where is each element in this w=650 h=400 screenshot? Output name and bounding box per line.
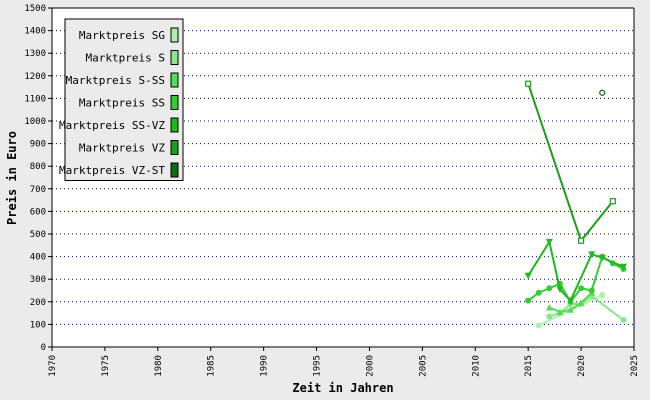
legend-swatch <box>170 50 179 65</box>
y-tick-label: 900 <box>30 140 46 150</box>
series-marktpreis-vz-st <box>599 89 606 96</box>
legend-swatch <box>170 72 179 88</box>
y-tick-label: 1000 <box>24 117 46 127</box>
x-tick-label: 1980 <box>154 355 164 377</box>
x-tick-label: 2020 <box>577 355 587 377</box>
data-point <box>599 292 606 299</box>
legend-label: Marktpreis SS-VZ <box>59 119 165 132</box>
y-tick-label: 1500 <box>24 4 46 14</box>
x-axis-title: Zeit in Jahren <box>292 381 393 395</box>
legend-swatch <box>170 140 179 155</box>
y-tick-label: 1200 <box>24 72 46 82</box>
y-tick-label: 800 <box>30 162 46 172</box>
y-tick-label: 200 <box>30 298 46 308</box>
x-tick-label: 2005 <box>418 355 428 377</box>
data-point <box>546 313 553 320</box>
y-tick-label: 700 <box>30 185 46 195</box>
x-tick-label: 2015 <box>524 355 534 377</box>
x-tick-label: 1995 <box>313 355 323 377</box>
data-point <box>525 297 532 304</box>
y-axis-title: Preis in Euro <box>5 131 19 225</box>
data-point <box>546 285 553 292</box>
y-tick-label: 100 <box>30 320 46 330</box>
legend: Marktpreis SG Marktpreis S Marktpreis S-SS… <box>59 18 184 181</box>
data-point <box>535 289 542 296</box>
x-tick-label: 1990 <box>260 355 270 377</box>
legend-label: Marktpreis VZ-ST <box>59 164 165 177</box>
legend-label: Marktpreis SG <box>79 29 165 42</box>
data-point <box>535 322 542 329</box>
legend-swatch <box>170 27 179 43</box>
data-point <box>609 198 616 205</box>
chart: 0 100 200 300 400 500 600 700 800 900 1000 1100 1200… <box>0 0 650 400</box>
y-tick-label: 300 <box>30 275 46 285</box>
y-tick-label: 500 <box>30 230 46 240</box>
legend-label: Marktpreis S-SS <box>66 74 165 87</box>
data-point <box>578 285 585 292</box>
x-tick-label: 2025 <box>630 355 640 377</box>
chart-svg: 0 100 200 300 400 500 600 700 800 900 1000 1100 1200… <box>0 0 650 400</box>
x-tick-label: 1985 <box>207 355 217 377</box>
y-tick-label: 1300 <box>24 49 46 59</box>
x-tick-label: 1970 <box>48 355 58 377</box>
data-point <box>620 316 627 323</box>
data-point <box>599 89 606 96</box>
x-tick-label: 2000 <box>365 355 375 377</box>
x-tick-label: 1975 <box>101 355 111 377</box>
x-tick-label: 2010 <box>471 355 481 377</box>
legend-label: Marktpreis VZ <box>79 142 165 155</box>
legend-swatch <box>170 95 179 110</box>
y-tick-label: 400 <box>30 253 46 263</box>
data-point <box>525 80 532 87</box>
legend-swatch <box>170 117 179 133</box>
data-point <box>577 237 585 244</box>
y-tick-label: 600 <box>30 207 46 217</box>
y-tick-label: 1100 <box>24 94 46 104</box>
y-tick-label: 1400 <box>24 27 46 37</box>
data-point <box>588 287 595 294</box>
legend-label: Marktpreis S <box>86 52 165 65</box>
y-tick-label: 0 <box>41 343 46 353</box>
legend-label: Marktpreis SS <box>79 97 165 110</box>
legend-swatch <box>170 162 179 178</box>
